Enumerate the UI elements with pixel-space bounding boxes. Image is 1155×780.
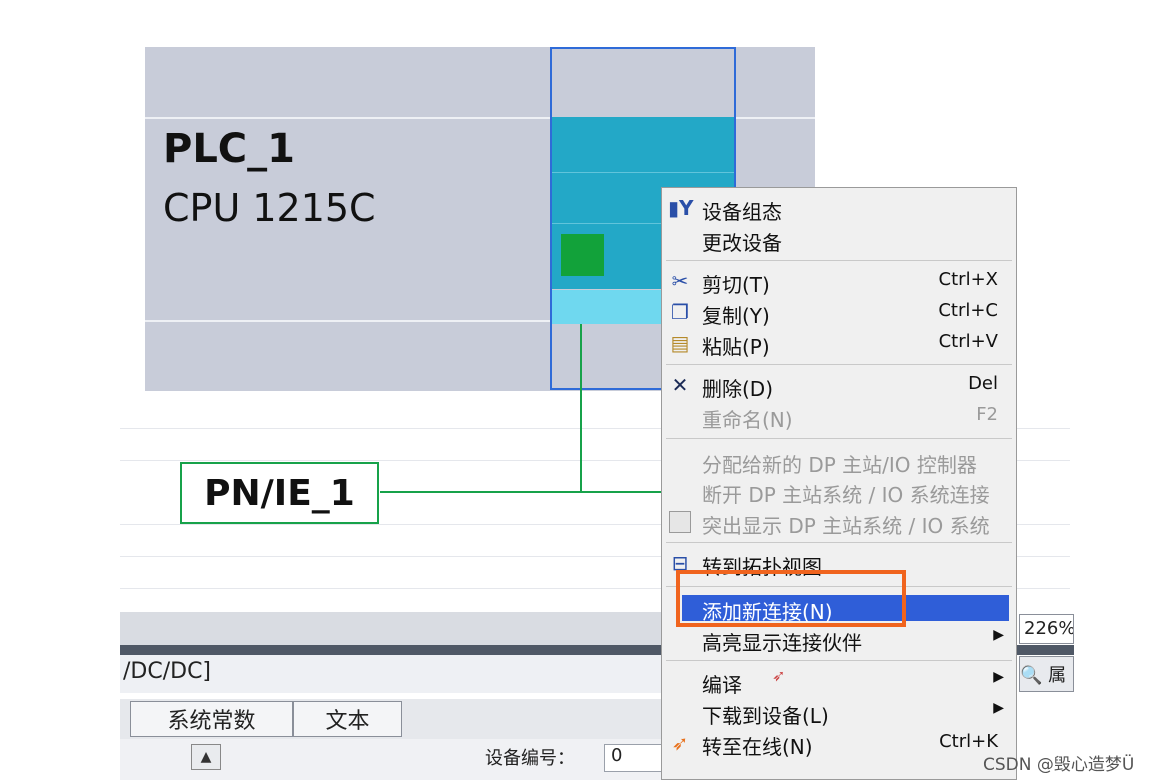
menu-item-change-device[interactable]: 更改设备	[662, 224, 1016, 255]
network-label[interactable]: PN/IE_1	[180, 462, 379, 524]
splitter-bar	[1017, 645, 1074, 655]
tab-text[interactable]: 文本	[293, 701, 402, 737]
menu-separator	[666, 660, 1012, 661]
inspector-title: /DC/DC]	[123, 659, 212, 684]
network-line[interactable]	[380, 491, 665, 493]
status-led	[561, 234, 604, 276]
device-type: CPU 1215C	[163, 186, 376, 230]
paste-icon: ▤	[670, 331, 690, 355]
delete-icon: ✕	[671, 373, 689, 397]
menu-separator	[666, 260, 1012, 261]
menu-item-delete[interactable]: ✕ 删除(D) Del	[662, 370, 1016, 401]
menu-item-cut[interactable]: ✂ 剪切(T) Ctrl+X	[662, 266, 1016, 297]
scissors-icon: ✂	[671, 269, 689, 293]
menu-separator	[666, 542, 1012, 543]
annotation-highlight-box	[676, 570, 906, 627]
device-name: PLC_1	[163, 126, 295, 172]
status-strip	[120, 612, 665, 645]
menu-item-disconnect-master[interactable]: 断开 DP 主站系统 / IO 系统连接	[662, 476, 1016, 507]
menu-separator	[666, 438, 1012, 439]
submenu-arrow-icon: ▶	[993, 627, 1004, 643]
menu-separator	[666, 364, 1012, 365]
module-slot-line	[552, 172, 734, 173]
submenu-arrow-icon: ▶	[993, 700, 1004, 716]
splitter-bar[interactable]	[120, 645, 665, 655]
device-number-field[interactable]: 0	[604, 744, 662, 772]
properties-button[interactable]: 🔍 属	[1019, 656, 1074, 692]
device-config-icon: ▮Y	[668, 196, 694, 220]
menu-item-download[interactable]: 下载到设备(L) ▶	[662, 697, 1016, 728]
copy-icon: ❐	[671, 300, 689, 324]
menu-item-compile[interactable]: 编译 ➶ ▶	[662, 666, 1016, 697]
menu-item-go-online[interactable]: ➶ 转至在线(N) Ctrl+K	[662, 728, 1016, 759]
menu-item-assign-master[interactable]: 分配给新的 DP 主站/IO 控制器	[662, 446, 1016, 477]
menu-item-rename[interactable]: 重命名(N) F2	[662, 401, 1016, 432]
zoom-field[interactable]: 226%	[1019, 614, 1074, 644]
menu-item-device-config[interactable]: ▮Y 设备组态	[662, 193, 1016, 224]
device-number-label: 设备编号：	[485, 748, 575, 769]
network-line	[580, 324, 582, 492]
mouse-cursor-icon: ➶	[772, 666, 786, 685]
menu-item-highlight-master[interactable]: 突出显示 DP 主站系统 / IO 系统	[662, 507, 1016, 538]
watermark: CSDN @毁心造梦Ü	[983, 755, 1135, 775]
scroll-up-button[interactable]: ▲	[191, 744, 221, 770]
menu-item-copy[interactable]: ❐ 复制(Y) Ctrl+C	[662, 297, 1016, 328]
menu-item-paste[interactable]: ▤ 粘贴(P) Ctrl+V	[662, 328, 1016, 359]
menu-item-highlight-partner[interactable]: 高亮显示连接伙伴 ▶	[662, 624, 1016, 655]
tab-system-constants[interactable]: 系统常数	[130, 701, 293, 737]
go-online-icon: ➶	[671, 731, 689, 755]
submenu-arrow-icon: ▶	[993, 669, 1004, 685]
